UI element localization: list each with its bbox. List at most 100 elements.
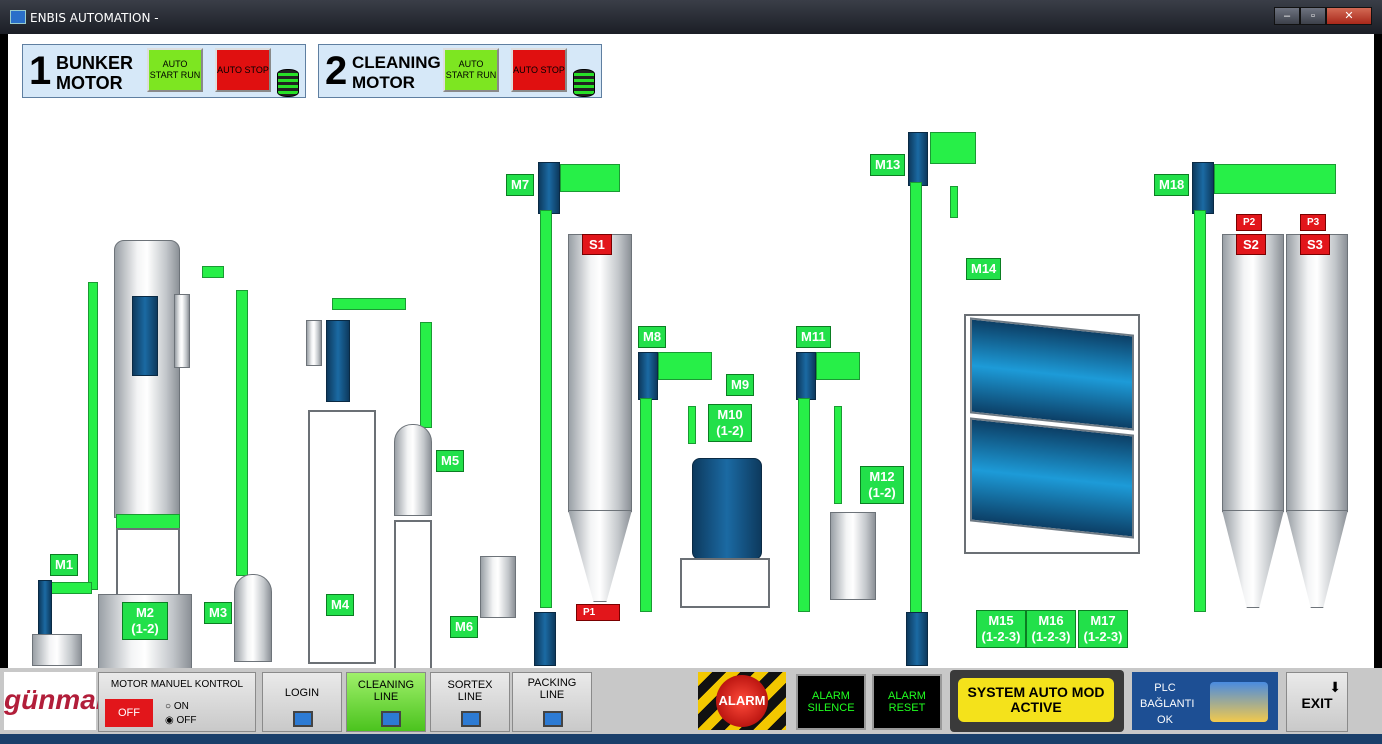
motor-m11-label[interactable]: M11	[796, 326, 831, 348]
motor-m16-label[interactable]: M16 (1-2-3)	[1026, 610, 1076, 648]
window-title: ENBIS AUTOMATION -	[30, 11, 159, 25]
m11-pipe	[798, 398, 810, 612]
motor-m9-label[interactable]: M9	[726, 374, 755, 396]
alarm-reset-button[interactable]: ALARM RESET	[872, 674, 942, 730]
exit-button[interactable]: EXIT ⬇	[1286, 672, 1348, 732]
company-logo: günmak	[4, 672, 111, 730]
os-taskbar-strip	[0, 734, 1382, 744]
m13-pipe	[910, 182, 922, 614]
silo-s2-cone	[1222, 510, 1284, 608]
radio-off[interactable]: ◉ OFF	[165, 715, 197, 726]
dryer-drum-bottom	[970, 417, 1134, 539]
m5-fan	[394, 424, 432, 516]
motor-m1-label[interactable]: M1	[50, 554, 79, 576]
motor-m12-label[interactable]: M12 (1-2)	[860, 466, 904, 504]
m13-head	[908, 132, 928, 186]
dryer-drum-top	[970, 317, 1134, 431]
m6-unit	[480, 556, 516, 618]
login-button[interactable]: LOGIN	[262, 672, 342, 732]
maximize-button[interactable]: ▫	[1300, 7, 1326, 25]
alarm-panel[interactable]: ALARM	[698, 672, 786, 730]
silo-p1-label[interactable]: P1	[576, 604, 620, 621]
motor-m17-label[interactable]: M17 (1-2-3)	[1078, 610, 1128, 648]
database-icon[interactable]	[277, 69, 299, 97]
silo-s3-label[interactable]: S3	[1300, 234, 1330, 255]
bunker-motor-panel: 1 BUNKER MOTOR AUTO START RUN AUTO STOP	[22, 44, 306, 98]
bunker-window	[132, 296, 158, 376]
cyclone-body	[326, 320, 350, 402]
motor-m6-label[interactable]: M6	[450, 616, 479, 638]
bunker-filter	[174, 294, 190, 368]
m8-pipe	[640, 398, 652, 612]
system-status-frame: SYSTEM AUTO MOD ACTIVE	[950, 670, 1124, 732]
silo-p2-label[interactable]: P2	[1236, 214, 1263, 231]
monitor-icon	[543, 711, 563, 727]
motor-m5-label[interactable]: M5	[436, 450, 465, 472]
m11-top-conveyor	[816, 352, 860, 380]
motor-m13-label[interactable]: M13	[870, 154, 906, 176]
panel-number: 2	[325, 49, 348, 93]
exit-arrow-icon: ⬇	[1329, 679, 1341, 695]
m13-top-conveyor	[930, 132, 976, 164]
m3-fan	[234, 574, 272, 662]
m1-elevator-pipe	[88, 282, 98, 590]
auto-start-button[interactable]: AUTO START RUN	[147, 48, 203, 92]
m10-frame	[680, 558, 770, 608]
m18-pipe	[1194, 210, 1206, 612]
panel-title: BUNKER MOTOR	[56, 53, 134, 93]
manual-off-button[interactable]: OFF	[105, 699, 153, 727]
app-icon	[10, 10, 26, 24]
silo-s1-cone	[568, 510, 632, 602]
silo-s1-label[interactable]: S1	[582, 234, 612, 255]
m7-elevator-pipe	[540, 210, 552, 608]
cyclone-filter	[306, 320, 322, 366]
system-status: SYSTEM AUTO MOD ACTIVE	[958, 678, 1114, 722]
bunker-silo	[114, 240, 180, 518]
silo-s1	[568, 234, 632, 512]
control-bar: günmak MOTOR MANUEL KONTROL OFF ○ ON ◉ O…	[0, 668, 1382, 734]
m7-boot	[534, 612, 556, 666]
m10-machine	[692, 458, 762, 560]
motor-m18-label[interactable]: M18	[1154, 174, 1190, 196]
database-icon[interactable]	[573, 69, 595, 97]
motor-m14-label[interactable]: M14	[966, 258, 1002, 280]
m1-motor	[38, 580, 52, 642]
panel-title: CLEANING MOTOR	[352, 53, 441, 92]
cyclone-top-pipe	[332, 298, 406, 310]
monitor-icon	[381, 711, 401, 727]
plc-status: PLC BAĞLANTI OK	[1132, 672, 1278, 730]
panel-number: 1	[29, 49, 52, 93]
top-pipe	[202, 266, 224, 278]
motor-m7-label[interactable]: M7	[506, 174, 535, 196]
auto-start-button[interactable]: AUTO START RUN	[443, 48, 499, 92]
close-button[interactable]: ✕	[1326, 7, 1372, 25]
silo-s2-label[interactable]: S2	[1236, 234, 1266, 255]
motor-m3-label[interactable]: M3	[204, 602, 233, 624]
radio-on[interactable]: ○ ON	[165, 701, 189, 712]
packing-line-button[interactable]: PACKING LINE	[512, 672, 592, 732]
motor-m10-label[interactable]: M10 (1-2)	[708, 404, 752, 442]
motor-m15-label[interactable]: M15 (1-2-3)	[976, 610, 1026, 648]
m1-pump	[32, 634, 82, 666]
motor-m2-label[interactable]: M2 (1-2)	[122, 602, 168, 640]
motor-m8-label[interactable]: M8	[638, 326, 667, 348]
m9-pipe	[688, 406, 696, 444]
m18-head	[1192, 162, 1214, 214]
m14-pipe	[950, 186, 958, 218]
network-icon	[1210, 682, 1268, 722]
monitor-icon	[293, 711, 313, 727]
alarm-silence-button[interactable]: ALARM SILENCE	[796, 674, 866, 730]
m8-head	[638, 352, 658, 400]
silo-p3-label[interactable]: P3	[1300, 214, 1327, 231]
m18-top-conveyor	[1214, 164, 1336, 194]
auto-stop-button[interactable]: AUTO STOP	[215, 48, 271, 92]
minimize-button[interactable]: –	[1274, 7, 1300, 25]
manual-control-group: MOTOR MANUEL KONTROL OFF ○ ON ◉ OFF	[98, 672, 256, 732]
m11-head	[796, 352, 816, 400]
silo-s3	[1286, 234, 1348, 512]
auto-stop-button[interactable]: AUTO STOP	[511, 48, 567, 92]
sortex-line-button[interactable]: SORTEX LINE	[430, 672, 510, 732]
cleaning-line-button[interactable]: CLEANING LINE	[346, 672, 426, 732]
motor-m4-label[interactable]: M4	[326, 594, 355, 616]
m1-feed-pipe	[50, 582, 92, 594]
